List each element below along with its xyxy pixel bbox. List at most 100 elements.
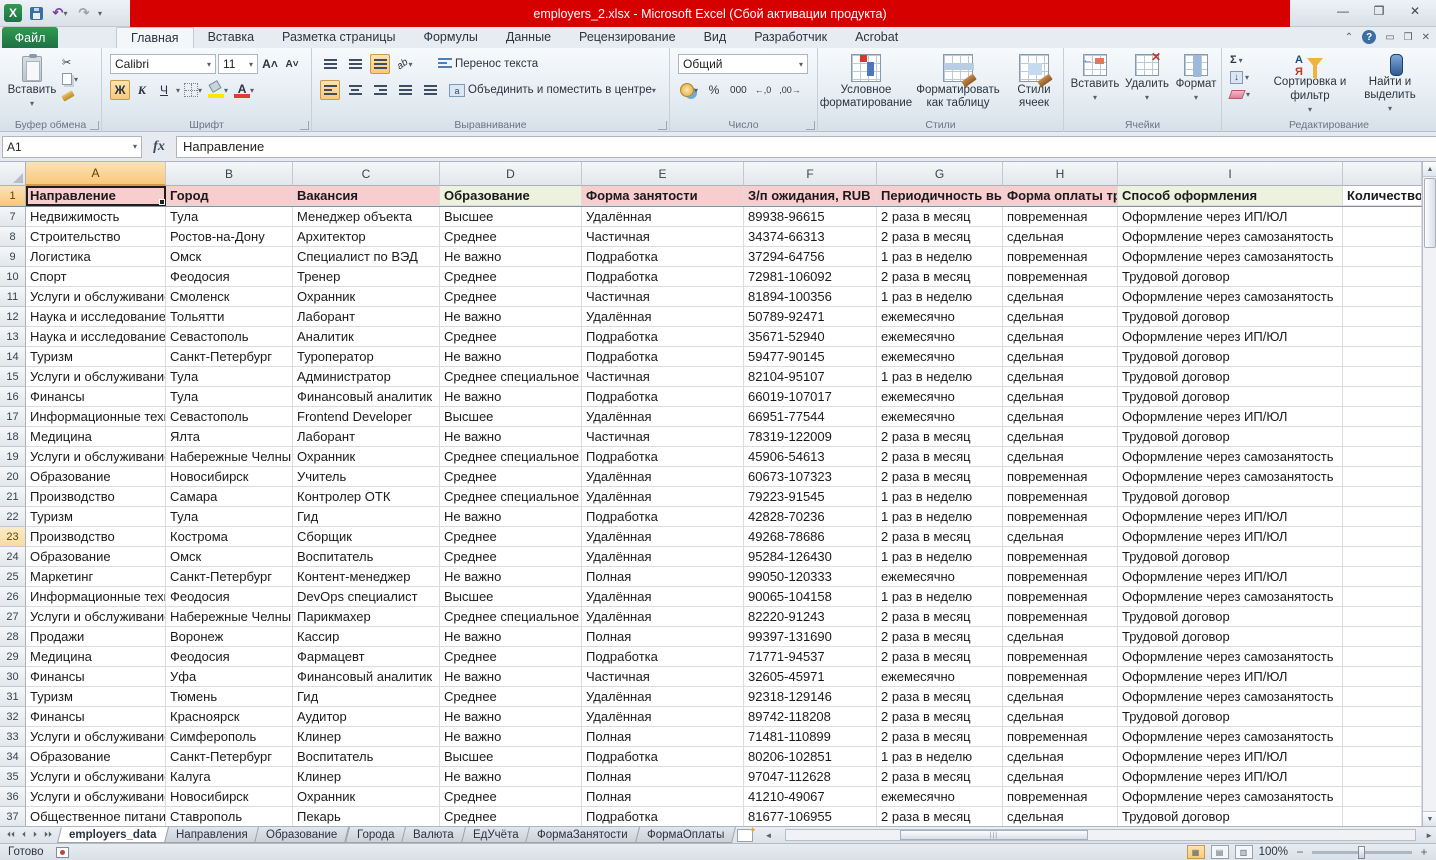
redo-button[interactable]: ↷: [74, 4, 94, 22]
cell[interactable]: Образование: [26, 747, 166, 767]
tab-file[interactable]: Файл: [2, 27, 58, 48]
row-header-18[interactable]: 18: [0, 427, 26, 447]
cell[interactable]: Медицина: [26, 427, 166, 447]
cell[interactable]: Образование: [26, 547, 166, 567]
cell[interactable]: Не важно: [440, 247, 582, 267]
row-header-31[interactable]: 31: [0, 687, 26, 707]
cell[interactable]: Оформление через самозанятость: [1118, 227, 1343, 247]
cell[interactable]: 71771-94537: [744, 647, 877, 667]
cell[interactable]: ежемесячно: [877, 567, 1003, 587]
cell[interactable]: Среднее специальное: [440, 487, 582, 507]
font-dialog-launcher[interactable]: [300, 121, 309, 130]
shrink-font-button[interactable]: A˅: [282, 54, 302, 74]
cell[interactable]: Красноярск: [166, 707, 293, 727]
cell[interactable]: Частичная: [582, 367, 744, 387]
cell[interactable]: Полная: [582, 627, 744, 647]
row-header-20[interactable]: 20: [0, 467, 26, 487]
cell[interactable]: 45906-54613: [744, 447, 877, 467]
cell[interactable]: Услуги и обслуживание: [26, 727, 166, 747]
cell[interactable]: Новосибирск: [166, 787, 293, 807]
cell[interactable]: 49268-78686: [744, 527, 877, 547]
cell[interactable]: [1343, 347, 1422, 367]
align-bottom-button[interactable]: [370, 54, 390, 74]
cell[interactable]: сдельная: [1003, 287, 1118, 307]
cell[interactable]: 81677-106955: [744, 807, 877, 826]
cell[interactable]: Менеджер объекта: [293, 207, 440, 227]
tab-acrobat[interactable]: Acrobat: [841, 27, 912, 48]
cell[interactable]: Гид: [293, 507, 440, 527]
row-header-14[interactable]: 14: [0, 347, 26, 367]
cell[interactable]: [1343, 647, 1422, 667]
row-header-33[interactable]: 33: [0, 727, 26, 747]
cell[interactable]: [1343, 487, 1422, 507]
cell[interactable]: Среднее: [440, 807, 582, 826]
tab-рецензирование[interactable]: Рецензирование: [565, 27, 690, 48]
cell[interactable]: 66019-107017: [744, 387, 877, 407]
header-cell[interactable]: Способ оформления: [1118, 186, 1343, 206]
align-middle-button[interactable]: [345, 54, 365, 74]
number-dialog-launcher[interactable]: [806, 121, 815, 130]
cell[interactable]: сдельная: [1003, 407, 1118, 427]
cell[interactable]: Удалённая: [582, 467, 744, 487]
cell[interactable]: повременная: [1003, 587, 1118, 607]
cell[interactable]: Лаборант: [293, 307, 440, 327]
font-family-select[interactable]: Calibri▾: [110, 54, 216, 74]
cell[interactable]: повременная: [1003, 727, 1118, 747]
cell[interactable]: Феодосия: [166, 647, 293, 667]
tab-формулы[interactable]: Формулы: [409, 27, 491, 48]
clear-button[interactable]: ▾: [1230, 86, 1250, 102]
sheet-tab-employers_data[interactable]: employers_data: [57, 827, 169, 843]
row-header-28[interactable]: 28: [0, 627, 26, 647]
header-cell[interactable]: Город: [166, 186, 293, 206]
cell[interactable]: Оформление через самозанятость: [1118, 787, 1343, 807]
cell[interactable]: Финансы: [26, 707, 166, 727]
cell[interactable]: Набережные Челны: [166, 447, 293, 467]
cell-a1-selected[interactable]: Направление: [26, 186, 166, 206]
cell[interactable]: 82220-91243: [744, 607, 877, 627]
cell[interactable]: Не важно: [440, 507, 582, 527]
cell[interactable]: сдельная: [1003, 767, 1118, 787]
cell[interactable]: сдельная: [1003, 387, 1118, 407]
cell[interactable]: Фармацевт: [293, 647, 440, 667]
cell[interactable]: Подработка: [582, 347, 744, 367]
cell[interactable]: [1343, 807, 1422, 826]
align-left-button[interactable]: [320, 80, 340, 100]
row-header-12[interactable]: 12: [0, 307, 26, 327]
cell[interactable]: повременная: [1003, 507, 1118, 527]
qat-customize-button[interactable]: ▾: [98, 9, 102, 18]
cell[interactable]: Строительство: [26, 227, 166, 247]
row-header-27[interactable]: 27: [0, 607, 26, 627]
tab-главная[interactable]: Главная: [116, 27, 194, 48]
cell[interactable]: 89938-96615: [744, 207, 877, 227]
accounting-format-button[interactable]: ▾: [678, 80, 700, 100]
cell[interactable]: Калуга: [166, 767, 293, 787]
cell[interactable]: 72981-106092: [744, 267, 877, 287]
increase-indent-button[interactable]: [420, 80, 440, 100]
cell[interactable]: Частичная: [582, 287, 744, 307]
cell[interactable]: [1343, 387, 1422, 407]
cell[interactable]: Медицина: [26, 647, 166, 667]
cell[interactable]: [1343, 707, 1422, 727]
cell[interactable]: Контролер ОТК: [293, 487, 440, 507]
cell[interactable]: Парикмахер: [293, 607, 440, 627]
decrease-indent-button[interactable]: [395, 80, 415, 100]
header-cell[interactable]: Форма занятости: [582, 186, 744, 206]
row-header-34[interactable]: 34: [0, 747, 26, 767]
cell[interactable]: повременная: [1003, 607, 1118, 627]
cell[interactable]: Омск: [166, 547, 293, 567]
row-header-8[interactable]: 8: [0, 227, 26, 247]
row-header-1[interactable]: 1: [0, 186, 26, 206]
cell[interactable]: Оформление через самозанятость: [1118, 647, 1343, 667]
cell[interactable]: ежемесячно: [877, 307, 1003, 327]
next-sheet-button[interactable]: ⏵: [30, 830, 40, 840]
cell[interactable]: сдельная: [1003, 747, 1118, 767]
cell[interactable]: [1343, 367, 1422, 387]
cell-styles-button[interactable]: Стили ячеек: [1006, 50, 1062, 114]
cell[interactable]: [1343, 207, 1422, 227]
cell[interactable]: Удалённая: [582, 207, 744, 227]
cell[interactable]: Не важно: [440, 727, 582, 747]
cell[interactable]: Среднее: [440, 227, 582, 247]
font-size-select[interactable]: 11▾: [218, 54, 258, 74]
cell[interactable]: Услуги и обслуживание: [26, 447, 166, 467]
cell[interactable]: повременная: [1003, 667, 1118, 687]
